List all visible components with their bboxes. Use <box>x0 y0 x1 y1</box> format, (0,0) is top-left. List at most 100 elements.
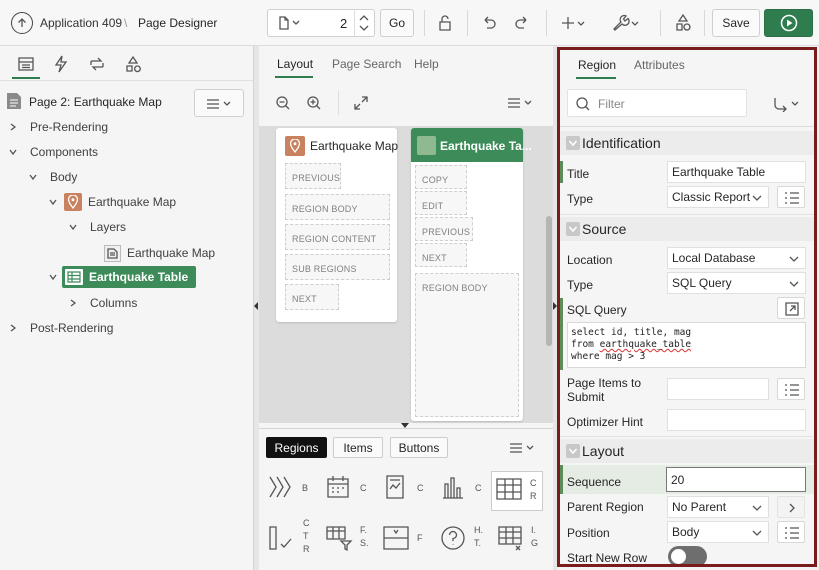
page-number-field[interactable]: 2 <box>267 9 375 37</box>
source-section-header[interactable]: Source <box>560 217 814 241</box>
filter-input[interactable]: Filter <box>567 89 747 117</box>
title-field[interactable]: Earthquake Table <box>667 161 806 183</box>
code-editor-button[interactable] <box>777 297 805 319</box>
form-region-icon[interactable] <box>382 524 410 552</box>
label-line: Page Items to <box>567 376 642 390</box>
tree-node-layer-item[interactable]: Earthquake Map <box>104 242 215 264</box>
calendar-region-icon[interactable] <box>325 474 351 500</box>
gallery-label: F <box>417 533 423 543</box>
go-to-parent-button[interactable] <box>777 496 805 518</box>
gallery-tab-items[interactable]: Items <box>333 437 383 458</box>
run-page-button[interactable] <box>764 9 813 37</box>
page-items-lov-button[interactable] <box>777 378 805 400</box>
identification-section-header[interactable]: Identification <box>560 131 814 155</box>
shared-components-tab-icon[interactable] <box>124 55 142 73</box>
faceted-search-icon[interactable] <box>325 524 353 552</box>
page-items-label: Page Items to Submit <box>567 376 641 404</box>
go-button[interactable]: Go <box>380 9 414 37</box>
app-home-icon[interactable] <box>11 12 33 34</box>
position-slot[interactable]: NEXT <box>415 243 467 267</box>
help-text-icon[interactable] <box>439 524 467 552</box>
position-slot[interactable]: NEXT <box>285 284 339 310</box>
position-slot[interactable]: REGION BODY <box>415 273 519 417</box>
filter-placeholder: Filter <box>598 97 625 111</box>
page-stepper-icon[interactable] <box>358 13 370 33</box>
sequence-field[interactable]: 20 <box>666 467 806 492</box>
source-type-select[interactable]: SQL Query <box>667 272 806 294</box>
expand-icon[interactable] <box>353 95 369 111</box>
tab-region[interactable]: Region <box>578 58 616 72</box>
table-region-card[interactable]: Earthquake Ta... COPY EDIT PREVIOUS NEXT… <box>411 128 532 421</box>
sql-line: where mag > 3 <box>571 351 646 362</box>
undo-icon[interactable] <box>480 14 498 32</box>
rendering-tab-icon[interactable] <box>17 56 35 72</box>
lock-page-icon[interactable] <box>436 14 454 32</box>
redo-icon[interactable] <box>513 14 531 32</box>
source-type-label: Type <box>567 278 594 292</box>
tab-help[interactable]: Help <box>414 57 439 71</box>
tree-menu-button[interactable] <box>194 89 244 117</box>
gallery-tab-regions[interactable]: Regions <box>266 437 327 458</box>
tab-layout[interactable]: Layout <box>277 57 313 71</box>
location-select[interactable]: Local Database <box>667 247 806 269</box>
layout-panel: Layout Page Search Help Earthquake Map P… <box>259 46 555 570</box>
tree-node-earthquake-table[interactable]: Earthquake Table <box>48 266 197 288</box>
zoom-out-icon[interactable] <box>275 95 291 111</box>
chevron-right-icon <box>789 503 795 513</box>
save-button[interactable]: Save <box>712 9 760 37</box>
play-icon <box>780 14 797 32</box>
zoom-in-icon[interactable] <box>306 95 322 111</box>
tree-node-body[interactable]: Body <box>28 166 77 188</box>
tree-node-post-rendering[interactable]: Post-Rendering <box>8 317 113 339</box>
sql-query-editor[interactable]: select id, title, mag from earthquake_ta… <box>567 322 806 368</box>
position-slot[interactable]: REGION BODY <box>285 194 390 220</box>
position-select[interactable]: Body <box>667 521 769 543</box>
start-new-row-toggle[interactable] <box>668 546 707 564</box>
position-slot[interactable]: EDIT <box>415 191 467 215</box>
tree-node-layers[interactable]: Layers <box>68 216 126 238</box>
tree-label: Columns <box>90 296 138 310</box>
chart-region-icon[interactable] <box>440 474 466 500</box>
go-to-group-icon[interactable] <box>772 96 802 112</box>
position-lov-button[interactable] <box>777 521 805 543</box>
selected-node-highlight: Earthquake Table <box>62 266 197 288</box>
tab-attributes[interactable]: Attributes <box>634 58 685 72</box>
type-lov-button[interactable] <box>777 186 805 208</box>
gallery-menu-icon[interactable] <box>509 442 537 454</box>
canvas-scrollbar[interactable] <box>546 216 552 346</box>
parent-region-select[interactable]: No Parent <box>667 496 769 518</box>
tree-node-columns[interactable]: Columns <box>68 292 137 314</box>
create-menu-icon[interactable] <box>560 14 586 32</box>
tree-node-earthquake-map[interactable]: Earthquake Map <box>48 191 176 213</box>
region-type-select[interactable]: Classic Report <box>667 186 769 208</box>
tab-page-search[interactable]: Page Search <box>332 57 401 71</box>
classic-report-gallery-item[interactable]: C R <box>491 471 543 511</box>
tree-node-pre-rendering[interactable]: Pre-Rendering <box>8 116 108 138</box>
chevron-down-icon <box>292 20 300 25</box>
layer-icon <box>104 244 121 262</box>
breadcrumb-region-icon[interactable] <box>268 474 296 500</box>
tree-node-components[interactable]: Components <box>8 141 98 163</box>
page-items-field[interactable] <box>667 378 769 400</box>
map-region-card[interactable]: Earthquake Map PREVIOUS REGION BODY REGI… <box>276 128 398 322</box>
utilities-wrench-icon[interactable] <box>610 13 640 33</box>
interactive-grid-icon[interactable] <box>497 524 525 552</box>
gallery-tab-buttons[interactable]: Buttons <box>390 437 448 458</box>
dynamic-actions-tab-icon[interactable] <box>53 55 69 73</box>
app-breadcrumb-link[interactable]: Application 409 <box>40 16 122 30</box>
select-value: Classic Report <box>672 190 751 204</box>
shared-components-icon[interactable] <box>673 13 693 33</box>
list-icon <box>785 192 799 204</box>
cards-region-icon[interactable] <box>383 474 407 500</box>
label-line: Submit <box>567 390 605 404</box>
position-slot[interactable]: COPY <box>415 165 467 189</box>
position-slot[interactable]: SUB REGIONS <box>285 254 390 280</box>
position-slot[interactable]: PREVIOUS <box>415 217 473 241</box>
layout-menu-icon[interactable] <box>507 97 535 109</box>
checklist-region-icon[interactable] <box>267 524 295 552</box>
optimizer-hint-field[interactable] <box>667 409 806 431</box>
processing-tab-icon[interactable] <box>88 55 106 73</box>
position-slot[interactable]: REGION CONTENT <box>285 224 390 250</box>
position-slot[interactable]: PREVIOUS <box>285 163 341 189</box>
layout-section-header[interactable]: Layout <box>560 439 814 463</box>
